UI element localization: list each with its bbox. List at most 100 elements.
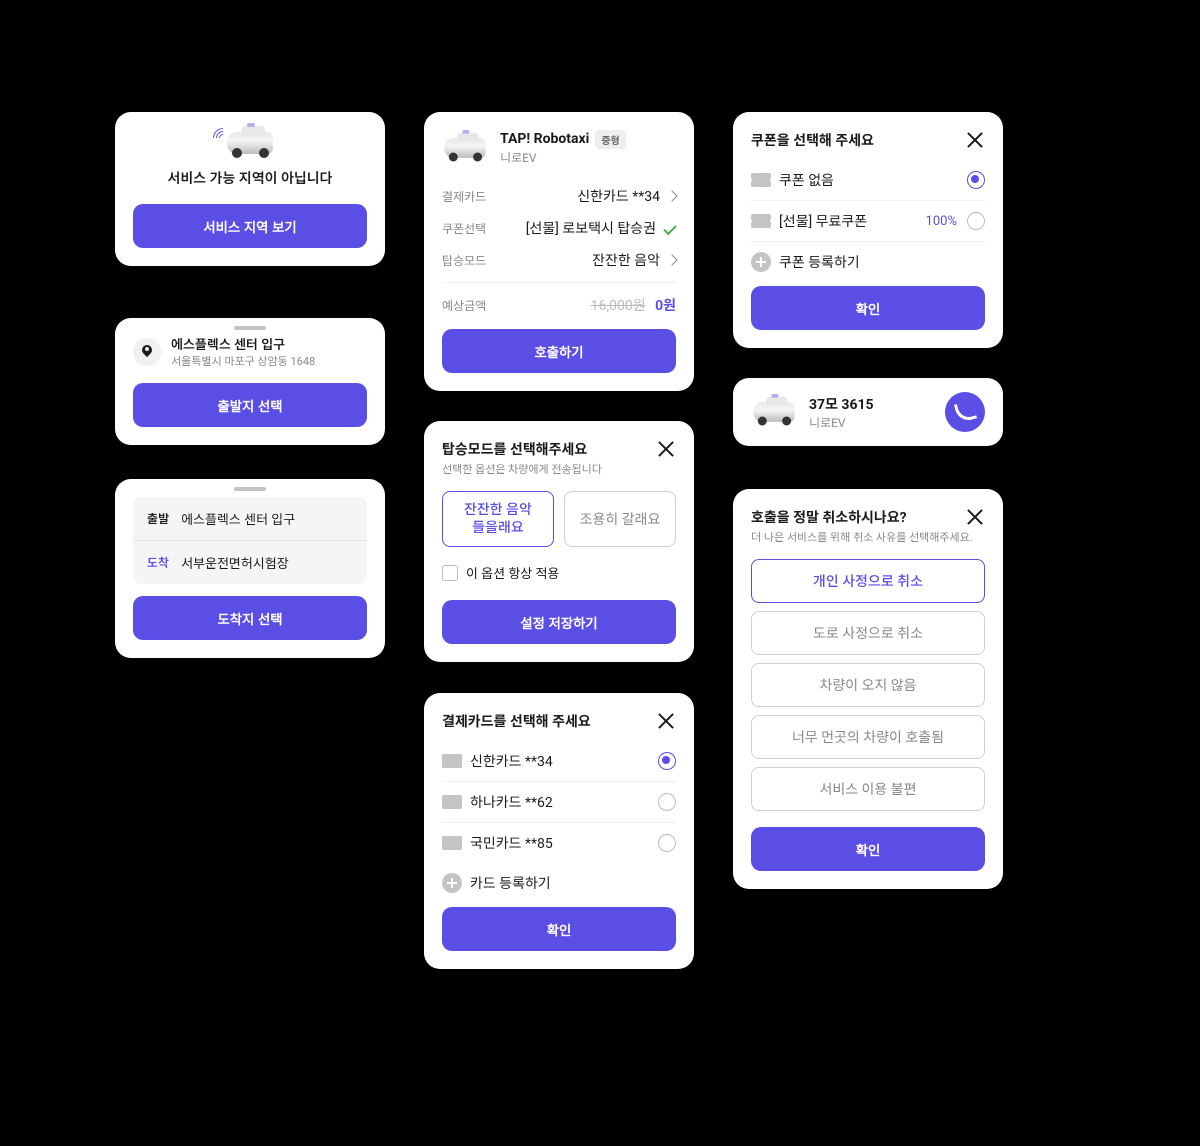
always-apply-checkbox[interactable]	[442, 565, 458, 581]
card-label: 신한카드 **34	[470, 751, 553, 771]
drag-handle-icon[interactable]	[234, 326, 266, 330]
view-service-area-button[interactable]: 서비스 지역 보기	[133, 204, 367, 248]
service-area-card: 서비스 가능 지역이 아닙니다 서비스 지역 보기	[115, 112, 385, 266]
cancel-reason-option[interactable]: 도로 사정으로 취소	[751, 611, 985, 655]
location-pin-icon	[133, 338, 161, 366]
chevron-right-icon	[666, 254, 677, 265]
cancel-card: 호출을 정말 취소하시나요? 더 나은 서비스를 위해 취소 사유를 선택해주세…	[733, 489, 1003, 889]
close-icon[interactable]	[965, 507, 985, 527]
ride-mode-title: 탑승모드를 선택해주세요	[442, 439, 587, 459]
coupon-none-radio[interactable]	[967, 171, 985, 189]
place-address: 서울특별시 마포구 상암동 1648	[171, 353, 315, 369]
register-coupon-label: 쿠폰 등록하기	[779, 252, 860, 272]
cancel-reason-option[interactable]: 너무 먼곳의 차량이 호출됨	[751, 715, 985, 759]
cancel-subtitle: 더 나은 서비스를 위해 취소 사유를 선택해주세요.	[751, 529, 985, 545]
ride-mode-option-music[interactable]: 잔잔한 음악 들을래요	[442, 491, 554, 547]
chevron-right-icon	[666, 190, 677, 201]
route-card: 출발 에스플렉스 센터 입구 도착 서부운전면허시험장 도착지 선택	[115, 479, 385, 658]
card-row[interactable]: 신한카드 **34	[442, 741, 676, 782]
payment-row[interactable]: 결제카드 신한카드 **34	[442, 180, 676, 212]
drag-handle-icon[interactable]	[234, 487, 266, 491]
arrive-label: 도착	[147, 554, 169, 571]
cancel-reason-option[interactable]: 서비스 이용 불편	[751, 767, 985, 811]
booking-card: TAP! Robotaxi중형 니로EV 결제카드 신한카드 **34 쿠폰선택…	[424, 112, 694, 391]
coupon-card: 쿠폰을 선택해 주세요 쿠폰 없음 [선물] 무료쿠폰 100% 쿠폰 등록하기…	[733, 112, 1003, 348]
card-label: 국민카드 **85	[470, 833, 553, 853]
vehicle-badge: 중형	[595, 130, 625, 149]
register-card-row[interactable]: 카드 등록하기	[442, 863, 676, 907]
coupon-gift-row[interactable]: [선물] 무료쿠폰 100%	[751, 201, 985, 242]
vehicle-plate: 37모 3615	[809, 394, 874, 414]
coupon-label-text: 쿠폰선택	[442, 220, 486, 237]
phone-icon	[957, 404, 973, 420]
payment-label: 결제카드	[442, 188, 486, 205]
card-radio[interactable]	[658, 834, 676, 852]
vehicle-model: 니로EV	[809, 414, 874, 431]
pay-card-title: 결제카드를 선택해 주세요	[442, 711, 591, 731]
cancel-reason-option[interactable]: 개인 사정으로 취소	[751, 559, 985, 603]
card-icon	[442, 836, 462, 850]
depart-value: 에스플렉스 센터 입구	[181, 509, 295, 528]
car-icon	[444, 138, 485, 158]
check-icon	[663, 221, 676, 234]
place-name: 에스플렉스 센터 입구	[171, 334, 315, 353]
save-settings-button[interactable]: 설정 저장하기	[442, 600, 676, 644]
card-label: 하나카드 **62	[470, 792, 553, 812]
confirm-cancel-button[interactable]: 확인	[751, 827, 985, 871]
select-depart-button[interactable]: 출발지 선택	[133, 383, 367, 427]
coupon-gift-radio[interactable]	[967, 212, 985, 230]
card-icon	[442, 754, 462, 768]
select-arrive-button[interactable]: 도착지 선택	[133, 596, 367, 640]
coupon-value: [선물] 로보택시 탑승권	[526, 218, 656, 238]
call-driver-button[interactable]	[945, 392, 985, 432]
payment-value: 신한카드 **34	[577, 186, 660, 206]
vehicle-model: 니로EV	[500, 149, 626, 166]
register-card-label: 카드 등록하기	[470, 873, 551, 893]
estimate-label: 예상금액	[442, 297, 486, 314]
coupon-gift-value: 100%	[926, 214, 957, 229]
card-row[interactable]: 하나카드 **62	[442, 782, 676, 823]
close-icon[interactable]	[965, 130, 985, 150]
call-button[interactable]: 호출하기	[442, 329, 676, 373]
coupon-none-row[interactable]: 쿠폰 없음	[751, 160, 985, 201]
ticket-icon	[751, 173, 771, 187]
confirm-button[interactable]: 확인	[442, 907, 676, 951]
close-icon[interactable]	[656, 439, 676, 459]
depart-pick-card: 에스플렉스 센터 입구 서울특별시 마포구 상암동 1648 출발지 선택	[115, 318, 385, 445]
depart-input[interactable]: 출발 에스플렉스 센터 입구	[133, 497, 367, 540]
arrive-input[interactable]: 도착 서부운전면허시험장	[133, 540, 367, 584]
cancel-title: 호출을 정말 취소하시나요?	[751, 507, 907, 527]
plus-icon	[751, 252, 771, 272]
car-wifi-icon	[227, 132, 273, 154]
coupon-row[interactable]: 쿠폰선택 [선물] 로보택시 탑승권	[442, 212, 676, 244]
ticket-icon	[751, 214, 771, 228]
arrive-value: 서부운전면허시험장	[181, 553, 289, 572]
cancel-reason-option[interactable]: 차량이 오지 않음	[751, 663, 985, 707]
vehicle-strip-card: 37모 3615 니로EV	[733, 378, 1003, 446]
pay-card-card: 결제카드를 선택해 주세요 신한카드 **34 하나카드 **62 국민카드 *…	[424, 693, 694, 969]
car-icon	[753, 402, 794, 422]
close-icon[interactable]	[656, 711, 676, 731]
confirm-button[interactable]: 확인	[751, 286, 985, 330]
mode-value: 잔잔한 음악	[592, 250, 660, 270]
estimate-final: 0원	[655, 298, 676, 314]
register-coupon-row[interactable]: 쿠폰 등록하기	[751, 242, 985, 286]
coupon-none-label: 쿠폰 없음	[779, 170, 834, 190]
vehicle-name: TAP! Robotaxi중형	[500, 130, 626, 149]
depart-label: 출발	[147, 510, 169, 527]
ride-mode-option-quiet[interactable]: 조용히 갈래요	[564, 491, 676, 547]
card-radio[interactable]	[658, 752, 676, 770]
mode-label: 탑승모드	[442, 252, 486, 269]
ride-mode-card: 탑승모드를 선택해주세요 선택한 옵션은 차량에게 전송됩니다 잔잔한 음악 들…	[424, 421, 694, 662]
card-icon	[442, 795, 462, 809]
plus-icon	[442, 873, 462, 893]
coupon-gift-label: [선물] 무료쿠폰	[779, 211, 867, 231]
always-apply-label: 이 옵션 항상 적용	[466, 563, 559, 582]
estimate-original: 16,000원	[591, 298, 646, 314]
mode-row[interactable]: 탑승모드 잔잔한 음악	[442, 244, 676, 283]
card-row[interactable]: 국민카드 **85	[442, 823, 676, 863]
ride-mode-subtitle: 선택한 옵션은 차량에게 전송됩니다	[442, 461, 676, 477]
estimate-row: 예상금액 16,000원 0원	[442, 283, 676, 329]
card-radio[interactable]	[658, 793, 676, 811]
service-area-title: 서비스 가능 지역이 아닙니다	[133, 168, 367, 188]
